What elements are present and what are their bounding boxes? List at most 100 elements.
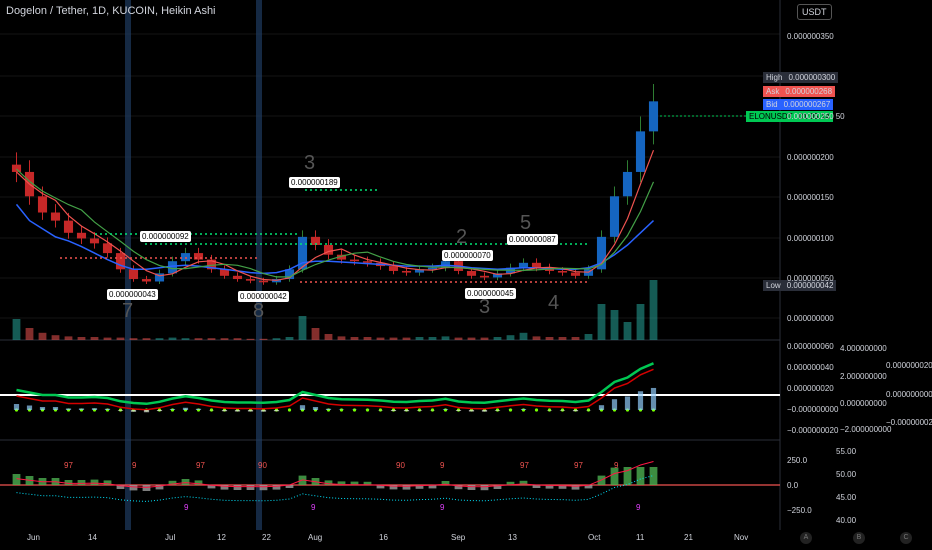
- osc-hist-bar: [299, 405, 306, 410]
- low-tag: Low: [763, 280, 784, 291]
- osc-line-red: [16, 368, 654, 411]
- osc-hist-bar: [91, 408, 98, 410]
- rsi-tick: 55.00: [836, 447, 857, 456]
- volume-bar: [285, 337, 294, 340]
- candle-body: [401, 270, 412, 273]
- volume-bar: [480, 337, 489, 340]
- candle-body: [570, 272, 581, 276]
- price-annotation: 0.000000087: [507, 234, 558, 245]
- osc-tick: 0.000000000: [840, 399, 887, 408]
- osc-tick: 0.000000060: [787, 342, 834, 351]
- x-tick: Aug: [308, 533, 323, 542]
- osc-hist-bar: [65, 408, 72, 410]
- count-label-bottom: 9: [184, 503, 189, 512]
- price-annotation: 0.000000070: [442, 250, 493, 261]
- osc-hist-bar: [624, 396, 631, 410]
- candle-body: [141, 279, 152, 282]
- osc-hist-bar: [195, 408, 202, 410]
- indicator-b-icon[interactable]: B: [853, 532, 865, 544]
- axis-tick: 0.000000000: [787, 314, 834, 323]
- rsi-hist-bar: [246, 485, 255, 490]
- osc-hist-bar: [221, 410, 228, 412]
- rsi-hist-bar: [90, 479, 99, 485]
- high-label: High 0.000000300: [763, 72, 839, 83]
- volume-bar: [597, 304, 606, 340]
- osc-tick: −0.000000020: [787, 426, 839, 435]
- volume-bar: [441, 336, 450, 340]
- osc-hist-bar: [13, 404, 20, 410]
- count-label: 90: [396, 461, 405, 470]
- osc-tick: −2.000000000: [840, 425, 892, 434]
- count-label: 97: [574, 461, 583, 470]
- osc-hist-bar: [520, 409, 527, 410]
- rsi-hist-bar: [181, 479, 190, 485]
- osc-hist-bar: [559, 410, 566, 411]
- osc-hist-bar: [104, 408, 111, 410]
- x-tick: 21: [684, 533, 693, 542]
- volume-bar: [168, 337, 177, 340]
- osc-tick: 0.000000020: [886, 361, 932, 370]
- volume-bar: [77, 337, 86, 340]
- x-tick: Jun: [27, 533, 40, 542]
- volume-bar: [415, 337, 424, 340]
- currency-button[interactable]: USDT: [797, 4, 832, 20]
- rsi-hist-bar: [12, 474, 21, 485]
- axis-tick: 0.000000050: [787, 274, 834, 283]
- osc-hist-bar: [143, 410, 150, 413]
- volume-bar: [324, 334, 333, 340]
- rsi-tick: −250.0: [787, 506, 812, 515]
- price-annotation: 0.000000092: [140, 231, 191, 242]
- rsi-hist-bar: [77, 480, 86, 485]
- volume-bar: [259, 338, 268, 340]
- count-label-bottom: 9: [636, 503, 641, 512]
- volume-bar: [623, 322, 632, 340]
- wave-label: 4: [548, 292, 560, 314]
- x-tick: 14: [88, 533, 97, 542]
- auto-scale-icon[interactable]: A: [800, 532, 812, 544]
- wave-label: 3: [479, 296, 491, 318]
- x-tick: 13: [508, 533, 517, 542]
- price-annotation: 0.000000043: [107, 289, 158, 300]
- ma-slow-line: [15, 203, 655, 275]
- volume-bar: [25, 328, 34, 340]
- wave-label: 2: [456, 226, 468, 248]
- osc-hist-bar: [442, 409, 449, 410]
- candle-body: [180, 253, 191, 262]
- count-label: 9: [614, 461, 619, 470]
- volume-bar: [207, 338, 216, 340]
- count-label: 97: [196, 461, 205, 470]
- candle-body: [479, 275, 490, 278]
- osc-hist-bar: [130, 410, 137, 412]
- osc-hist-bar: [637, 391, 644, 410]
- volume-bar: [233, 338, 242, 340]
- osc-hist-bar: [572, 410, 579, 412]
- axis-tick: 0.000000250: [787, 112, 834, 121]
- axis-tick: 0.000000150: [787, 193, 834, 202]
- indicator-c-icon[interactable]: C: [900, 532, 912, 544]
- osc-hist-bar: [598, 405, 605, 410]
- wave-label: 3: [304, 152, 316, 174]
- osc-tick: 0.000000040: [787, 363, 834, 372]
- count-label: 9: [132, 461, 137, 470]
- price-annotation: 0.000000045: [465, 288, 516, 299]
- x-tick: Oct: [588, 533, 601, 542]
- volume-bar: [532, 336, 541, 340]
- wave-label: 5: [520, 212, 532, 234]
- volume-bar: [584, 334, 593, 340]
- osc-hist-bar: [468, 410, 475, 412]
- volume-bar: [142, 338, 151, 340]
- volume-bar: [376, 337, 385, 340]
- candle-body: [622, 171, 633, 197]
- x-tick: Jul: [165, 533, 176, 542]
- osc-dot: [534, 408, 539, 412]
- osc-hist-bar: [611, 399, 618, 410]
- candle-body: [63, 220, 74, 233]
- rsi-hist-bar: [259, 485, 268, 491]
- volume-bar: [467, 337, 476, 340]
- last-suffix: 50: [835, 112, 845, 121]
- volume-bar: [64, 336, 73, 340]
- volume-bar: [402, 337, 411, 340]
- volume-bar: [493, 337, 502, 340]
- rsi-tick: 45.00: [836, 493, 857, 502]
- volume-bar: [636, 304, 645, 340]
